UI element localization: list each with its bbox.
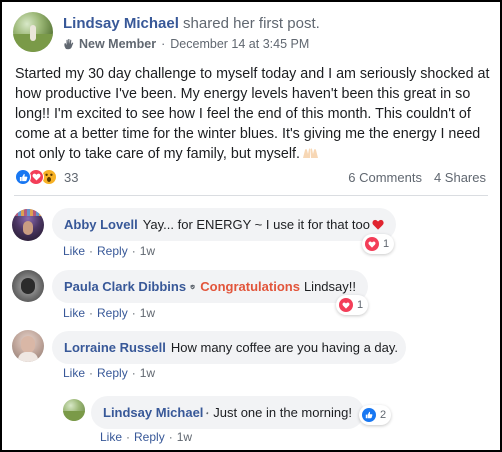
comment-text: How many coffee are you having a day.	[170, 340, 399, 355]
reply-time[interactable]: 1w	[177, 430, 192, 444]
comment-reaction[interactable]: 1	[336, 295, 369, 315]
post-meta: New Member · December 14 at 3:45 PM	[63, 37, 309, 51]
member-badge[interactable]: New Member	[79, 37, 156, 51]
reply-text: Just one in the morning!	[213, 405, 352, 420]
comments-count[interactable]: 6 Comments	[348, 170, 422, 185]
raised-hands-emoji-icon	[303, 148, 318, 158]
reply-bubble: Lindsay Michael Just one in the morning!	[91, 396, 364, 429]
congratulations-text: Congratulations	[200, 279, 300, 294]
comment-reaction-count: 1	[383, 238, 390, 250]
comment-actions: Like · Reply · 1w	[63, 306, 155, 320]
engagement-counts: 6 Comments 4 Shares	[348, 170, 486, 185]
comment-text: Yay... for ENERGY ~ I use it for that to…	[142, 217, 370, 232]
reply-like-link[interactable]: Like	[100, 430, 122, 444]
action-dot: ·	[126, 430, 131, 444]
reply-reaction[interactable]: 2	[359, 405, 392, 425]
author-line: Lindsay Michael shared her first post.	[63, 15, 320, 32]
comment-bubble: Paula Clark Dibbins Congratulations Lind…	[52, 270, 368, 303]
action-dot: ·	[131, 244, 136, 258]
reply-reaction-count: 2	[380, 409, 387, 421]
reply-actions: Like · Reply · 1w	[100, 430, 192, 444]
author-avatar[interactable]	[13, 12, 53, 52]
comment-like-link[interactable]: Like	[63, 244, 85, 258]
action-dot: ·	[89, 306, 94, 320]
meta-separator: ·	[161, 37, 166, 51]
comment-reply-link[interactable]: Reply	[97, 306, 128, 320]
like-icon	[15, 169, 31, 185]
shares-count[interactable]: 4 Shares	[434, 170, 486, 185]
comment-actions: Like · Reply · 1w	[63, 244, 155, 258]
replier-name[interactable]: Lindsay Michael	[103, 405, 203, 420]
commenter-name[interactable]: Lorraine Russell	[64, 340, 166, 355]
comment-reply-link[interactable]: Reply	[97, 366, 128, 380]
commenter-avatar[interactable]	[12, 270, 44, 302]
comment-like-link[interactable]: Like	[63, 306, 85, 320]
comment-actions: Like · Reply · 1w	[63, 366, 155, 380]
commenter-avatar[interactable]	[12, 209, 44, 241]
author-name[interactable]: Lindsay Michael	[63, 15, 179, 32]
action-dot: ·	[89, 366, 94, 380]
comment-time[interactable]: 1w	[140, 306, 155, 320]
comment-like-link[interactable]: Like	[63, 366, 85, 380]
post-frame: Lindsay Michael shared her first post. N…	[0, 0, 502, 452]
reply-reply-link[interactable]: Reply	[134, 430, 165, 444]
comment-text: Lindsay!!	[303, 279, 356, 294]
divider	[14, 195, 488, 196]
replier-avatar[interactable]	[63, 399, 85, 421]
commenter-avatar[interactable]	[12, 330, 44, 362]
wave-hand-icon	[206, 411, 209, 414]
shield-badge-icon	[190, 284, 195, 289]
action-dot: ·	[89, 244, 94, 258]
love-icon	[365, 237, 379, 251]
action-dot: ·	[168, 430, 173, 444]
post-text: Started my 30 day challenge to myself to…	[15, 66, 490, 162]
comment-bubble: Lorraine Russell How many coffee are you…	[52, 331, 406, 364]
commenter-name[interactable]: Abby Lovell	[64, 217, 138, 232]
red-heart-emoji-icon	[372, 219, 384, 230]
post-date[interactable]: December 14 at 3:45 PM	[170, 37, 309, 51]
reaction-summary[interactable]: 33	[15, 169, 78, 185]
comment-bubble: Abby Lovell Yay... for ENERGY ~ I use it…	[52, 208, 396, 241]
commenter-name[interactable]: Paula Clark Dibbins	[64, 279, 186, 294]
like-icon	[362, 408, 376, 422]
comment-time[interactable]: 1w	[140, 244, 155, 258]
wave-hand-icon	[64, 39, 74, 50]
reaction-count[interactable]: 33	[64, 170, 78, 185]
comment-reply-link[interactable]: Reply	[97, 244, 128, 258]
comment-reaction[interactable]: 1	[362, 234, 395, 254]
action-dot: ·	[131, 366, 136, 380]
author-action: shared her first post.	[183, 15, 320, 32]
action-dot: ·	[131, 306, 136, 320]
love-icon	[339, 298, 353, 312]
comment-time[interactable]: 1w	[140, 366, 155, 380]
comment-reaction-count: 1	[357, 299, 364, 311]
post-body: Started my 30 day challenge to myself to…	[15, 64, 493, 164]
